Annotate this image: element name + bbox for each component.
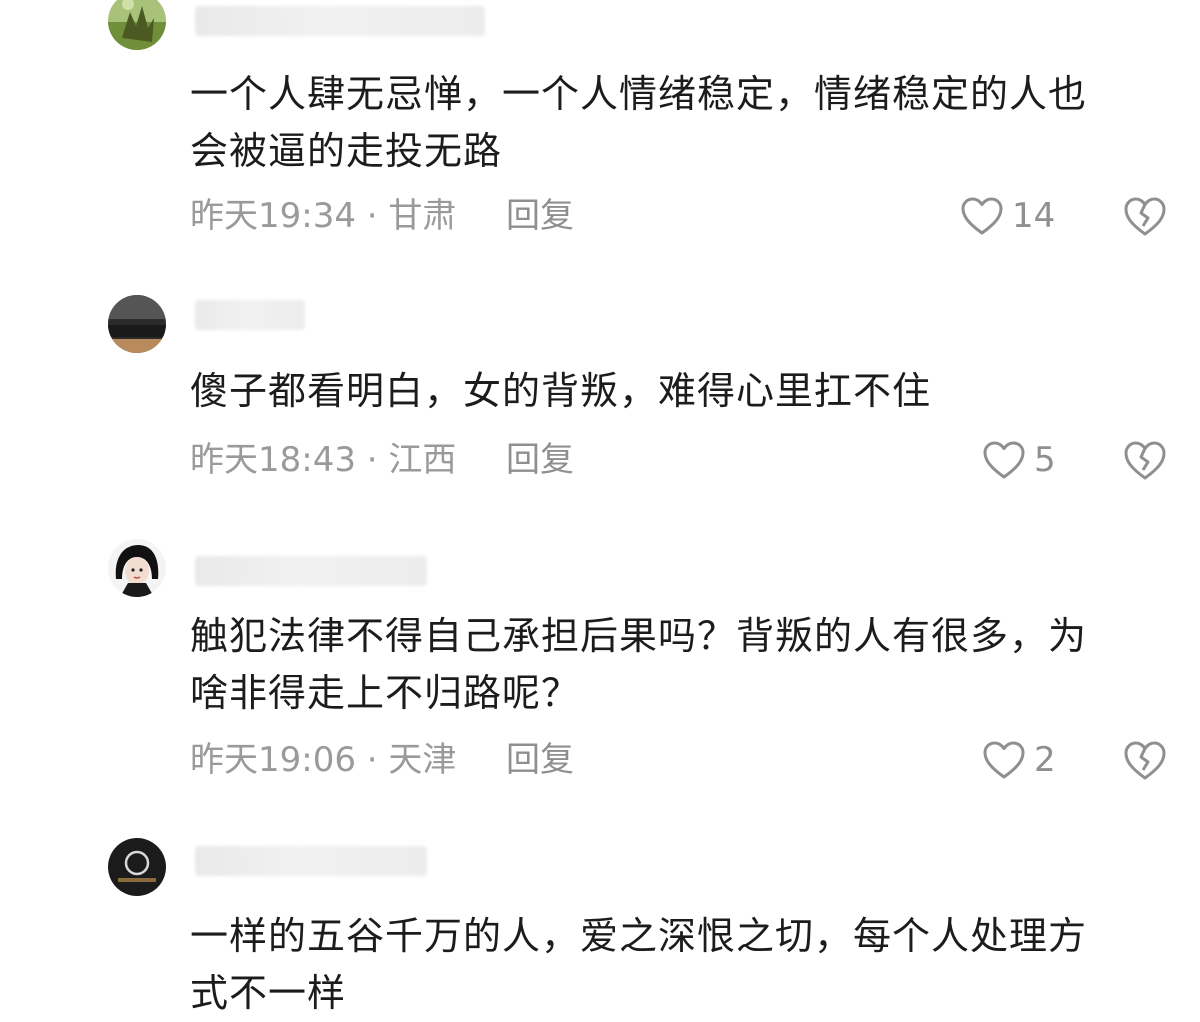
- like-count: 14: [1012, 196, 1056, 236]
- username-blurred[interactable]: [195, 300, 305, 330]
- username-blurred[interactable]: [195, 846, 427, 876]
- comment-text: 傻子都看明白，女的背叛，难得心里扛不住: [190, 369, 932, 413]
- comment-meta: 昨天19:34 · 甘肃 回复: [190, 194, 574, 238]
- heart-outline-icon: [982, 740, 1026, 780]
- meta-separator: ·: [355, 196, 389, 236]
- heart-outline-icon: [960, 196, 1004, 236]
- broken-heart-icon: [1122, 741, 1168, 786]
- like-button[interactable]: 14: [960, 194, 1055, 238]
- username-blurred[interactable]: [195, 556, 427, 586]
- comment-time: 昨天19:34: [190, 196, 356, 236]
- comment-location: 甘肃: [388, 196, 457, 236]
- like-count: 2: [1034, 740, 1056, 780]
- broken-heart-icon: [1122, 197, 1168, 242]
- heart-outline-icon: [982, 440, 1026, 480]
- comment-text: 一样的五谷千万的人，爱之深恨之切，每个人处理方 式不一样: [190, 914, 1088, 1015]
- avatar[interactable]: [108, 0, 166, 50]
- comment-meta: 昨天19:06 · 天津 回复: [190, 738, 574, 782]
- comment-location: 天津: [388, 740, 457, 780]
- comment-meta: 昨天18:43 · 江西 回复: [190, 438, 574, 482]
- dislike-button[interactable]: [1122, 194, 1168, 238]
- reply-button[interactable]: 回复: [506, 438, 574, 482]
- like-button[interactable]: 5: [982, 438, 1056, 482]
- comment-location: 江西: [388, 440, 457, 480]
- like-button[interactable]: 2: [982, 738, 1056, 782]
- broken-heart-icon: [1122, 441, 1168, 486]
- comment-time: 昨天19:06: [190, 740, 356, 780]
- comment-text: 触犯法律不得自己承担后果吗？背叛的人有很多，为 啥非得走上不归路呢？: [190, 614, 1088, 715]
- dislike-button[interactable]: [1122, 438, 1168, 482]
- reply-button[interactable]: 回复: [506, 738, 574, 782]
- avatar[interactable]: [108, 838, 166, 896]
- meta-separator: ·: [355, 740, 389, 780]
- avatar[interactable]: [108, 539, 166, 597]
- meta-separator: ·: [355, 440, 389, 480]
- like-count: 5: [1034, 440, 1056, 480]
- username-blurred[interactable]: [195, 6, 485, 36]
- reply-button[interactable]: 回复: [506, 194, 574, 238]
- avatar[interactable]: [108, 295, 166, 353]
- comment-text: 一个人肆无忌惮，一个人情绪稳定，情绪稳定的人也 会被逼的走投无路: [190, 72, 1088, 173]
- comment-time: 昨天18:43: [190, 440, 356, 480]
- dislike-button[interactable]: [1122, 738, 1168, 782]
